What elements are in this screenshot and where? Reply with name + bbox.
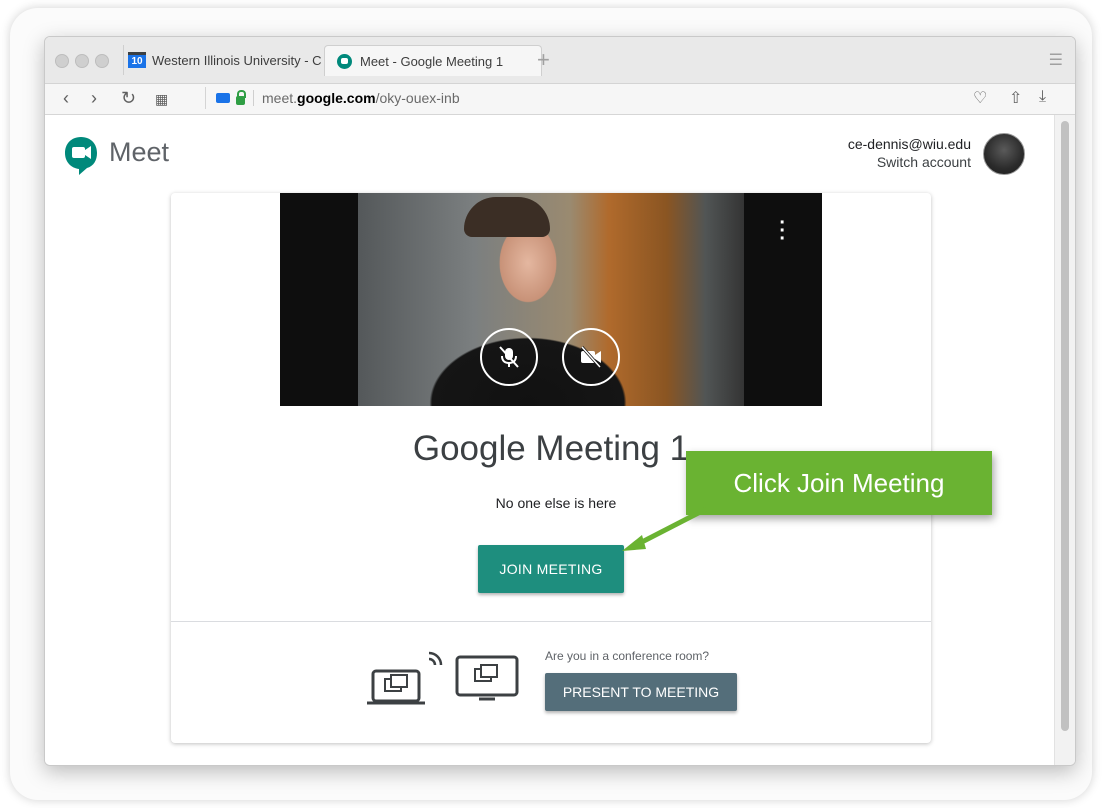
- meet-icon: [337, 53, 352, 69]
- reload-button[interactable]: ↻: [121, 88, 136, 109]
- meet-page: Meet ce-dennis@wiu.edu Switch account · ·…: [45, 115, 1055, 765]
- browser-toolbar: ‹ › ↻ ▦ meet. google.com/oky-ouex-inb ♡ ⇧…: [45, 84, 1075, 115]
- grid-view-icon[interactable]: ▦: [155, 91, 168, 108]
- browser-window: 10 Western Illinois University - C Meet …: [44, 36, 1076, 766]
- camera-feed-image: [358, 193, 744, 406]
- present-to-meeting-button[interactable]: PRESENT TO MEETING: [545, 673, 737, 711]
- window-controls[interactable]: [55, 54, 115, 73]
- join-meeting-button[interactable]: JOIN MEETING: [478, 545, 624, 593]
- divider: [253, 90, 254, 106]
- account-info[interactable]: ce-dennis@wiu.edu Switch account: [848, 135, 971, 171]
- download-icon[interactable]: ⤓: [1039, 88, 1046, 106]
- app-title: Meet: [109, 137, 170, 167]
- zoom-window-button[interactable]: [95, 54, 109, 68]
- instruction-callout: Click Join Meeting: [686, 451, 992, 515]
- tab-label: Western Illinois University - C: [152, 52, 322, 68]
- mic-off-icon: [499, 346, 519, 368]
- more-options-icon[interactable]: · · ·: [779, 213, 786, 249]
- calendar-icon: 10: [128, 52, 146, 68]
- minimize-window-button[interactable]: [75, 54, 89, 68]
- lock-icon: [236, 89, 246, 105]
- divider: [171, 621, 931, 622]
- url-prefix: meet.: [262, 90, 298, 106]
- url-host: google.com: [297, 90, 376, 106]
- tab-overview-icon[interactable]: ☰: [1049, 50, 1063, 70]
- share-icon[interactable]: ⇧: [1009, 88, 1022, 108]
- meet-logo-icon: [65, 137, 97, 175]
- account-email: ce-dennis@wiu.edu: [847, 136, 971, 152]
- new-tab-button[interactable]: +: [537, 47, 550, 73]
- tab-bar: 10 Western Illinois University - C Meet …: [45, 37, 1075, 84]
- camera-indicator-icon: [216, 93, 230, 103]
- tab-western-illinois[interactable]: 10 Western Illinois University - C: [123, 45, 328, 75]
- camera-feed-detail: [464, 197, 550, 237]
- tab-label: Meet - Google Meeting 1: [360, 53, 504, 69]
- mute-mic-button[interactable]: [480, 328, 538, 386]
- camera-off-icon: [580, 345, 602, 369]
- present-illustration-icon: [367, 651, 519, 705]
- avatar[interactable]: [983, 133, 1025, 175]
- page-scrollbar[interactable]: [1054, 115, 1075, 765]
- scrollbar-thumb[interactable]: [1061, 121, 1069, 731]
- back-button[interactable]: ‹: [63, 88, 69, 109]
- camera-off-button[interactable]: [562, 328, 620, 386]
- url-path: /oky-ouex-inb: [375, 90, 460, 106]
- video-preview: · · ·: [280, 193, 822, 406]
- tab-meet[interactable]: Meet - Google Meeting 1: [324, 45, 542, 76]
- forward-button[interactable]: ›: [91, 88, 97, 109]
- address-bar[interactable]: meet. google.com/oky-ouex-inb: [205, 87, 986, 109]
- switch-account-link[interactable]: Switch account: [848, 153, 971, 171]
- close-window-button[interactable]: [55, 54, 69, 68]
- favorite-heart-icon[interactable]: ♡: [973, 88, 987, 108]
- callout-arrow-icon: [622, 506, 708, 551]
- conference-room-question: Are you in a conference room?: [545, 649, 710, 663]
